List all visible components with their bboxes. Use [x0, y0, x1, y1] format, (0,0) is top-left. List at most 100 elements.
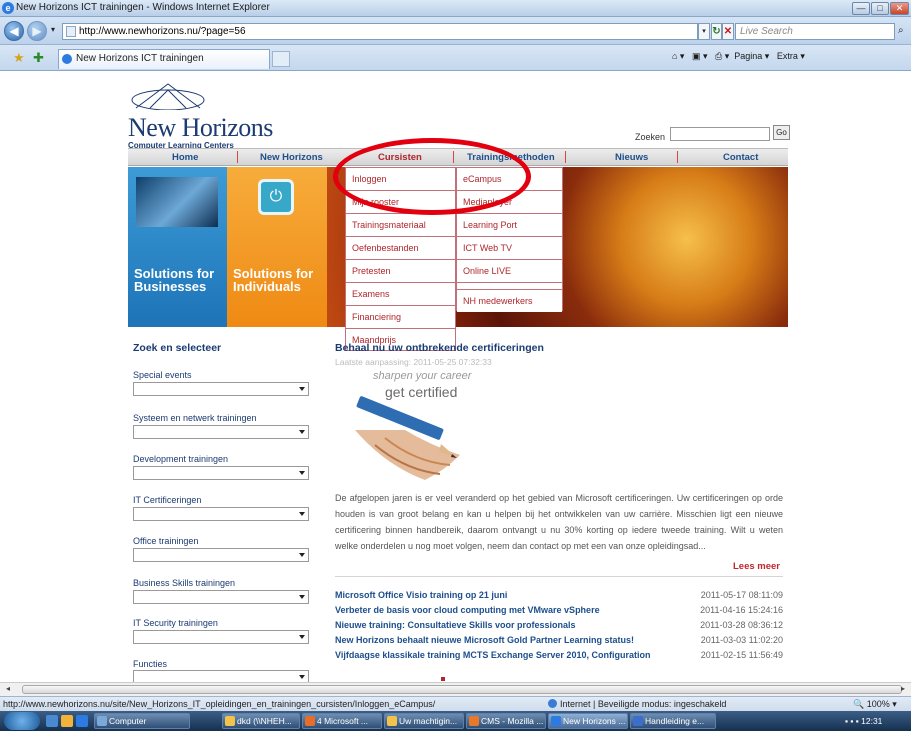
news-item-date: 2011-03-03 11:02:20 [700, 635, 783, 645]
go-button[interactable]: Go [773, 125, 790, 140]
nav-separator [237, 151, 238, 163]
zone-text: Internet | Beveiligde modus: ingeschakel… [560, 699, 727, 709]
menu-item-trainingsmateriaal[interactable]: Trainingsmateriaal [346, 214, 455, 237]
news-list-item[interactable]: Vijfdaagse klassikale training MCTS Exch… [335, 650, 783, 665]
site-search-input[interactable] [670, 127, 770, 141]
carousel-dot[interactable] [441, 677, 445, 681]
scroll-left-icon[interactable]: ◂ [6, 684, 10, 693]
nav-nieuws[interactable]: Nieuws [615, 152, 648, 163]
new-tab-button[interactable] [272, 51, 290, 67]
logo-globe-icon [131, 83, 205, 111]
filter-select-systeem[interactable] [133, 425, 309, 439]
page-menu[interactable]: Pagina ▾ [734, 51, 769, 61]
filter-select-functies[interactable] [133, 670, 309, 682]
back-button[interactable]: ◀ [4, 21, 24, 41]
search-icon[interactable]: ⌕ [898, 25, 904, 36]
explorer-icon[interactable] [61, 715, 73, 727]
news-list-item[interactable]: Verbeter de basis voor cloud computing m… [335, 605, 783, 620]
address-dropdown-icon[interactable]: ▾ [698, 23, 710, 40]
menu-item-nh-medewerkers[interactable]: NH medewerkers [457, 289, 562, 312]
taskbar-item-machtiging[interactable]: Uw machtigin... [384, 713, 464, 729]
menu-item-oefenbestanden[interactable]: Oefenbestanden [346, 237, 455, 260]
news-list-item[interactable]: New Horizons behaalt nieuwe Microsoft Go… [335, 635, 783, 650]
add-favorite-icon[interactable]: ✚ [33, 50, 44, 66]
taskbar-label: New Horizons ... [563, 716, 626, 726]
taskbar-item-handleiding[interactable]: Handleiding e... [630, 713, 716, 729]
news-item-title[interactable]: Microsoft Office Visio training op 21 ju… [335, 590, 507, 600]
filter-select-it-certificeringen[interactable] [133, 507, 309, 521]
zoom-level[interactable]: 🔍 100% ▾ [853, 697, 897, 711]
word-icon [633, 716, 643, 726]
page-icon [66, 26, 76, 37]
news-date: Laatste aanpassing: 2011-05-25 07:32:33 [335, 357, 492, 367]
nav-separator [565, 151, 566, 163]
feeds-icon[interactable]: ▣ ▾ [692, 51, 708, 61]
taskbar-item-new-horizons[interactable]: New Horizons ... [548, 713, 628, 729]
filter-select-it-security[interactable] [133, 630, 309, 644]
forward-button[interactable]: ▶ [27, 21, 47, 41]
show-desktop-icon[interactable] [46, 715, 58, 727]
ie-quicklaunch-icon[interactable] [76, 715, 88, 727]
web-page: New Horizons Computer Learning Centers Z… [0, 72, 911, 682]
start-button[interactable] [4, 712, 40, 730]
read-more-link[interactable]: Lees meer [733, 561, 780, 572]
search-label: Zoeken [635, 132, 666, 142]
menu-item-pretesten[interactable]: Pretesten [346, 260, 455, 283]
nav-home[interactable]: Home [172, 152, 198, 163]
menu-item-learning-port[interactable]: Learning Port [457, 214, 562, 237]
minimize-button[interactable]: — [852, 2, 870, 15]
taskbar-item-microsoft[interactable]: 4 Microsoft ... [302, 713, 382, 729]
menu-item-examens[interactable]: Examens [346, 283, 455, 306]
maximize-button[interactable]: □ [871, 2, 889, 15]
taskbar: Computer dkd (\\NHEH... 4 Microsoft ... … [0, 711, 911, 731]
home-icon[interactable]: ⌂ ▾ [672, 51, 684, 61]
tray-icons[interactable]: ▪ ▪ ▪ [845, 716, 859, 726]
menu-item-financiering[interactable]: Financiering [346, 306, 455, 329]
filter-select-office[interactable] [133, 548, 309, 562]
filter-select-development[interactable] [133, 466, 309, 480]
status-url: http://www.newhorizons.nu/site/New_Horiz… [3, 699, 436, 709]
news-image: sharpen your career get certified [345, 370, 480, 490]
banner-individuals-text: Solutions for Individuals [233, 266, 314, 294]
menu-item-online-live[interactable]: Online LIVE [457, 260, 562, 283]
news-item-title[interactable]: New Horizons behaalt nieuwe Microsoft Go… [335, 635, 634, 645]
status-bar: http://www.newhorizons.nu/site/New_Horiz… [0, 696, 911, 711]
banner-individuals[interactable]: ⏻ Solutions for Individuals [227, 167, 327, 327]
taskbar-item-firefox[interactable]: CMS - Mozilla ... [466, 713, 546, 729]
site-logo[interactable]: New Horizons Computer Learning Centers [128, 82, 273, 150]
menu-item-ict-web-tv[interactable]: ICT Web TV [457, 237, 562, 260]
news-item-title[interactable]: Vijfdaagse klassikale training MCTS Exch… [335, 650, 650, 660]
filter-label: Office trainingen [133, 536, 199, 546]
close-button[interactable]: ✕ [890, 2, 909, 15]
scroll-right-icon[interactable]: ▸ [901, 684, 905, 693]
live-search-input[interactable]: Live Search [735, 23, 895, 40]
scroll-thumb[interactable] [22, 685, 902, 694]
banner-businesses[interactable]: Solutions for Businesses [128, 167, 227, 327]
filter-select-business-skills[interactable] [133, 590, 309, 604]
horizontal-scrollbar[interactable]: ◂ ▸ [0, 682, 911, 696]
taskbar-label: Handleiding e... [645, 716, 705, 726]
taskbar-item-dkd[interactable]: dkd (\\NHEH... [222, 713, 300, 729]
news-item-title[interactable]: Verbeter de basis voor cloud computing m… [335, 605, 600, 615]
chevron-down-icon [299, 512, 305, 516]
print-icon[interactable]: ⎙ ▾ [715, 51, 729, 61]
recent-pages-dropdown-icon[interactable]: ▾ [51, 25, 55, 34]
chevron-down-icon [299, 595, 305, 599]
filter-select-special-events[interactable] [133, 382, 309, 396]
news-list-item[interactable]: Microsoft Office Visio training op 21 ju… [335, 590, 783, 605]
tools-menu[interactable]: Extra ▾ [777, 51, 805, 61]
tab-active[interactable]: New Horizons ICT trainingen [58, 49, 270, 69]
taskbar-item-computer[interactable]: Computer [94, 713, 190, 729]
clock[interactable]: 12:31 [861, 716, 882, 726]
stop-icon[interactable]: ✕ [722, 23, 734, 40]
refresh-icon[interactable]: ↻ [711, 23, 722, 40]
news-title[interactable]: Behaal nu uw ontbrekende certificeringen [335, 342, 544, 354]
office-icon [305, 716, 315, 726]
news-item-title[interactable]: Nieuwe training: Consultatieve Skills vo… [335, 620, 576, 630]
folder-icon [387, 716, 397, 726]
favorites-star-icon[interactable]: ★ [13, 50, 25, 66]
news-list-item[interactable]: Nieuwe training: Consultatieve Skills vo… [335, 620, 783, 635]
nav-new-horizons[interactable]: New Horizons [260, 152, 323, 163]
nav-contact[interactable]: Contact [723, 152, 758, 163]
address-input[interactable]: http://www.newhorizons.nu/?page=56 [62, 23, 698, 40]
